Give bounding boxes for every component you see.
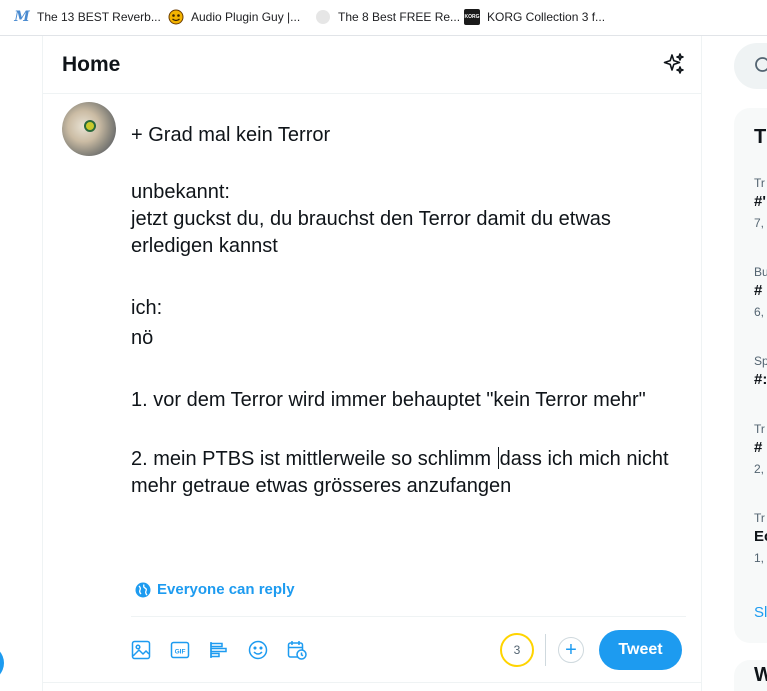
compose-blank-line <box>131 149 691 179</box>
compose-blank-line <box>131 414 691 446</box>
trends-panel: T Tr #' 7, Bu # 6, Sp #: Tr # 2, Tr Ec 1… <box>734 108 767 643</box>
reply-setting-label: Everyone can reply <box>157 581 295 598</box>
page-title: Home <box>62 53 121 76</box>
reply-setting-button[interactable]: Everyone can reply <box>135 581 295 598</box>
avatar-detail <box>84 120 96 132</box>
compose-toolbar: GIF <box>127 636 322 664</box>
schedule-button[interactable] <box>283 636 311 664</box>
avatar[interactable] <box>62 102 116 156</box>
bookmark-label: The 13 BEST Reverb... <box>37 10 161 24</box>
vertical-divider <box>545 634 546 666</box>
trend-meta: Bu <box>754 265 767 279</box>
globe-icon <box>135 582 151 597</box>
add-tweet-button[interactable]: + <box>558 637 584 663</box>
compose-line: nö <box>131 327 154 349</box>
emoji-button[interactable] <box>244 636 272 664</box>
trend-count: 7, <box>754 216 765 230</box>
gif-icon: GIF <box>170 641 190 659</box>
svg-text:GIF: GIF <box>175 649 186 656</box>
compose-blank-line <box>131 260 691 294</box>
show-more-link[interactable]: Sl <box>754 604 767 621</box>
trend-count: 2, <box>754 462 765 476</box>
trend-meta: Tr <box>754 176 765 190</box>
m-script-icon: M <box>14 9 30 25</box>
trend-name: #: <box>754 371 767 388</box>
compose-line: unbekannt: <box>131 181 230 203</box>
bookmark-label: Audio Plugin Guy |... <box>191 10 301 24</box>
sparkle-icon[interactable] <box>662 52 686 76</box>
bookmark-label: KORG Collection 3 f... <box>487 10 606 24</box>
moon-logo-icon <box>315 9 331 25</box>
main-column: Home + Grad mal kein Terror unbekannt: j… <box>42 36 702 691</box>
trends-title: T <box>754 126 767 148</box>
compose-line: jetzt guckst du, du brauchst den Terror … <box>131 208 617 257</box>
emoji-face-icon <box>168 9 184 25</box>
trend-name: # <box>754 282 763 299</box>
korg-logo-icon: KORG <box>464 9 480 25</box>
trend-meta: Tr <box>754 511 765 525</box>
trend-count: 6, <box>754 305 765 319</box>
search-box[interactable] <box>734 43 767 89</box>
compose-line: + Grad mal kein Terror <box>131 124 331 146</box>
tweet-button[interactable]: Tweet <box>599 630 682 670</box>
floating-action-button[interactable] <box>0 645 4 681</box>
who-to-follow-title: W <box>754 664 767 686</box>
divider <box>43 682 701 683</box>
trend-count: 1, <box>754 551 765 565</box>
trend-item[interactable]: Tr # 2, <box>754 422 765 476</box>
image-icon <box>131 640 151 660</box>
search-icon <box>755 57 767 72</box>
divider <box>131 616 686 617</box>
trend-name: Ec <box>754 528 767 545</box>
compose-line: 1. vor dem Terror wird immer behauptet "… <box>131 389 646 411</box>
trend-meta: Sp <box>754 354 767 368</box>
trend-name: # <box>754 439 763 456</box>
trend-name: #' <box>754 193 766 210</box>
emoji-icon <box>248 640 268 660</box>
who-to-follow-panel: W <box>734 660 767 691</box>
trend-item[interactable]: Tr Ec 1, <box>754 511 767 565</box>
trend-meta: Tr <box>754 422 765 436</box>
bookmark-1[interactable]: M The 13 BEST Reverb... <box>14 8 161 26</box>
compose-line: 2. mein PTBS ist mittlerweile so schlimm <box>131 448 492 470</box>
bookmark-2[interactable]: Audio Plugin Guy |... <box>168 8 300 26</box>
tweet-compose-input[interactable]: + Grad mal kein Terror unbekannt: jetzt … <box>131 122 691 500</box>
gif-button[interactable]: GIF <box>166 636 194 664</box>
poll-button[interactable] <box>205 636 233 664</box>
plus-icon: + <box>565 639 577 661</box>
compose-line-with-caret: 2. mein PTBS ist mittlerweile so schlimm… <box>131 446 691 500</box>
bookmark-3[interactable]: The 8 Best FREE Re... <box>315 8 460 26</box>
bookmark-4[interactable]: KORG KORG Collection 3 f... <box>464 8 605 26</box>
trend-item[interactable]: Tr #' 7, <box>754 176 766 230</box>
bookmarks-bar: M The 13 BEST Reverb... Audio Plugin Guy… <box>0 0 767 36</box>
trend-item[interactable]: Bu # 6, <box>754 265 767 319</box>
home-header: Home <box>43 36 701 94</box>
character-counter: 3 <box>500 633 534 667</box>
bookmark-label: The 8 Best FREE Re... <box>338 10 461 24</box>
compose-blank-line <box>131 352 691 387</box>
poll-icon <box>210 642 227 658</box>
text-caret <box>497 447 499 469</box>
schedule-icon <box>287 641 307 660</box>
trend-item[interactable]: Sp #: <box>754 354 767 388</box>
compose-line: ich: <box>131 297 163 319</box>
media-button[interactable] <box>127 636 155 664</box>
